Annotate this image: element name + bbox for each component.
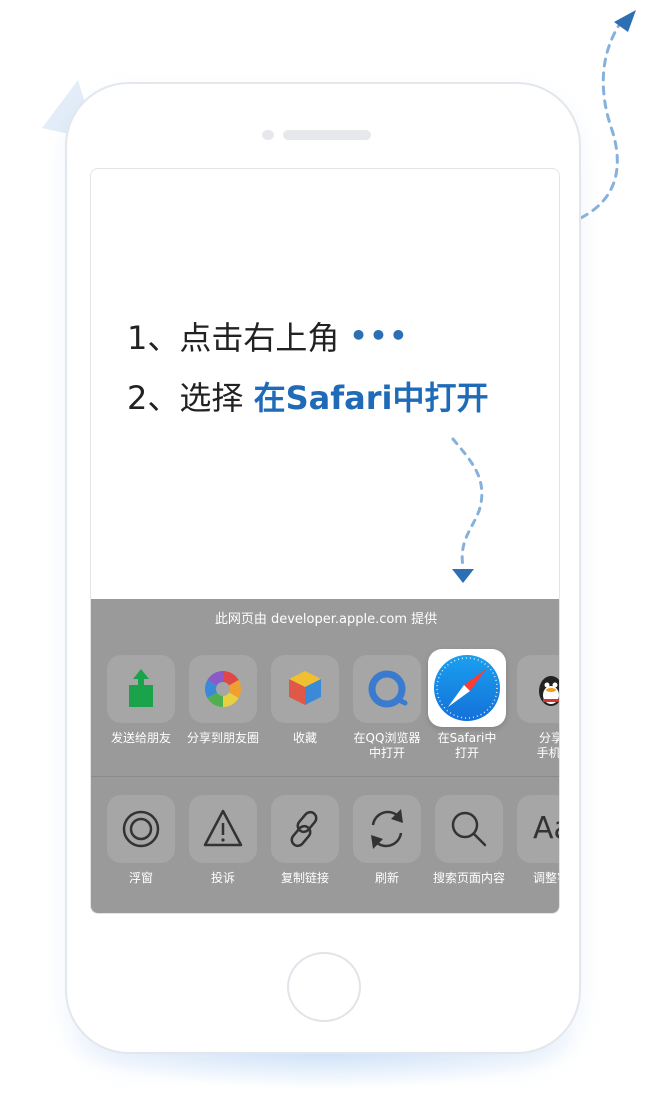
complain-label: 投诉: [210, 871, 235, 885]
search-page-label: 搜索页面内容: [432, 871, 505, 885]
font-size-icon: Aa: [533, 811, 559, 846]
warning-triangle-icon: [203, 809, 243, 847]
copy-link-label: 复制链接: [280, 871, 329, 885]
copy-link-button[interactable]: [271, 795, 339, 863]
qq-browser-icon: [368, 670, 408, 708]
search-icon: [451, 811, 487, 847]
step-2-number: 2、: [127, 379, 180, 417]
phone-screen: 1、点击右上角 ••• 2、选择 在Safari中打开 此网页由 develop…: [90, 168, 560, 914]
safari-compass-icon: [434, 655, 500, 721]
float-window-button[interactable]: [107, 795, 175, 863]
more-dots-icon: •••: [349, 319, 410, 352]
step-1-number: 1、: [127, 319, 180, 357]
open-in-safari-button[interactable]: [428, 649, 506, 727]
refresh-icon: [371, 809, 403, 849]
share-to-qq-label: 分享 手机(: [536, 731, 560, 760]
search-page-button[interactable]: [435, 795, 503, 863]
moments-aperture-icon: [204, 671, 242, 707]
front-camera: [262, 130, 274, 140]
open-in-safari-label: 在Safari中 打开: [437, 731, 497, 760]
step-1-text: 点击右上角: [179, 319, 340, 357]
step-2-highlight: 在Safari中打开: [253, 379, 489, 417]
share-sheet-title: 此网页由 developer.apple.com 提供: [214, 612, 438, 627]
open-in-qq-browser-label: 在QQ浏览器 中打开: [353, 731, 421, 760]
earpiece-speaker: [283, 130, 371, 140]
share-sheet-divider: [91, 776, 559, 777]
share-to-qq-button[interactable]: [517, 655, 559, 723]
complain-button[interactable]: [189, 795, 257, 863]
adjust-font-label: 调整字: [532, 871, 559, 885]
share-sheet: 此网页由 developer.apple.com 提供 发送给朋友 分享到朋友圈…: [91, 599, 560, 913]
step-1: 1、点击右上角 •••: [127, 313, 409, 359]
step-2: 2、选择 在Safari中打开: [127, 373, 488, 419]
share-to-moments-label: 分享到朋友圈: [186, 731, 259, 745]
adjust-font-button[interactable]: Aa: [517, 795, 559, 863]
float-window-label: 浮窗: [128, 871, 153, 885]
open-in-qq-browser-button[interactable]: [353, 655, 421, 723]
share-to-moments-button[interactable]: [189, 655, 257, 723]
refresh-button[interactable]: [353, 795, 421, 863]
link-icon: [290, 810, 318, 848]
favorites-button[interactable]: [271, 655, 339, 723]
float-window-icon: [122, 810, 160, 848]
dotted-path-down: [451, 437, 484, 583]
send-to-friend-label: 发送给朋友: [110, 731, 171, 745]
refresh-label: 刷新: [374, 871, 399, 885]
favorites-label: 收藏: [292, 731, 317, 745]
home-button[interactable]: [287, 952, 361, 1022]
share-upload-icon: [129, 669, 153, 707]
send-to-friend-button[interactable]: [107, 655, 175, 723]
step-2-text: 选择: [179, 379, 244, 417]
qq-penguin-icon: [539, 676, 559, 706]
favorites-cube-icon: [289, 671, 321, 705]
